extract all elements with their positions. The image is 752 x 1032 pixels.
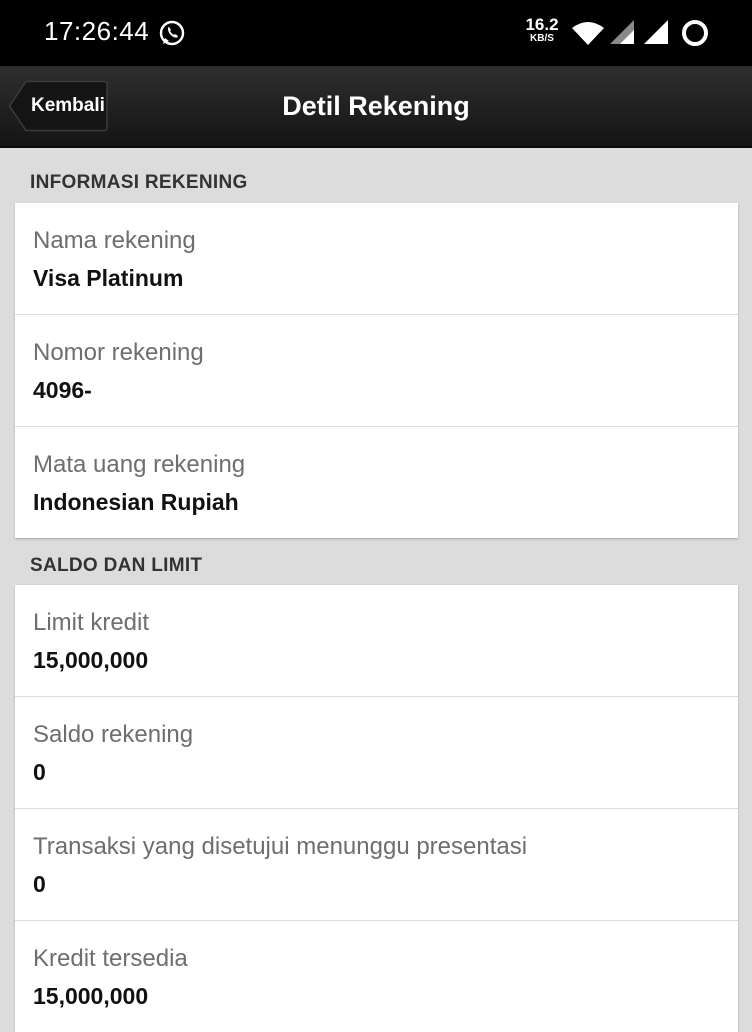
row-value: 0: [33, 871, 46, 897]
balance-limit-card: Limit kredit 15,000,000 Saldo rekening 0…: [15, 585, 738, 1032]
status-time: 17:26:44: [44, 16, 150, 46]
list-item: Mata uang rekening Indonesian Rupiah: [15, 427, 738, 538]
network-speed-value: 16.2: [525, 15, 559, 34]
signal-icon: [644, 20, 668, 44]
status-bar: 17:26:44 16.2 KB/S: [0, 0, 752, 66]
wifi-icon: [572, 22, 604, 45]
page-title: Detil Rekening: [282, 91, 470, 121]
row-value: Indonesian Rupiah: [33, 489, 239, 515]
row-label: Limit kredit: [33, 609, 150, 636]
row-label: Saldo rekening: [33, 721, 194, 748]
row-value: 4096-: [33, 377, 92, 403]
network-speed-unit: KB/S: [530, 33, 554, 44]
back-button-label: Kembali: [31, 95, 105, 116]
row-label: Nomor rekening: [33, 339, 204, 366]
list-item: Transaksi yang disetujui menunggu presen…: [15, 809, 738, 921]
network-speed: 16.2 KB/S: [522, 16, 562, 44]
list-item: Limit kredit 15,000,000: [15, 585, 738, 697]
row-label: Kredit tersedia: [33, 945, 188, 972]
back-button[interactable]: Kembali: [8, 80, 108, 132]
signal-icon: [610, 20, 634, 44]
row-label: Mata uang rekening: [33, 451, 246, 478]
account-info-card: Nama rekening Visa Platinum Nomor rekeni…: [15, 203, 738, 538]
sync-icon: [682, 20, 708, 46]
whatsapp-icon: [159, 20, 185, 46]
list-item: Kredit tersedia 15,000,000: [15, 921, 738, 1032]
list-item: Nomor rekening 4096-: [15, 315, 738, 427]
row-value: 15,000,000: [33, 983, 149, 1009]
row-value: 15,000,000: [33, 647, 149, 673]
row-value: Visa Platinum: [33, 265, 184, 291]
section-header-saldo-dan-limit: SALDO DAN LIMIT: [30, 555, 203, 576]
row-label: Nama rekening: [33, 227, 196, 254]
app-header: Detil Rekening Kembali: [0, 66, 752, 148]
section-header-informasi-rekening: INFORMASI REKENING: [30, 172, 248, 193]
list-item: Nama rekening Visa Platinum: [15, 203, 738, 315]
row-label: Transaksi yang disetujui menunggu presen…: [33, 833, 528, 860]
list-item: Saldo rekening 0: [15, 697, 738, 809]
row-value: 0: [33, 759, 46, 785]
